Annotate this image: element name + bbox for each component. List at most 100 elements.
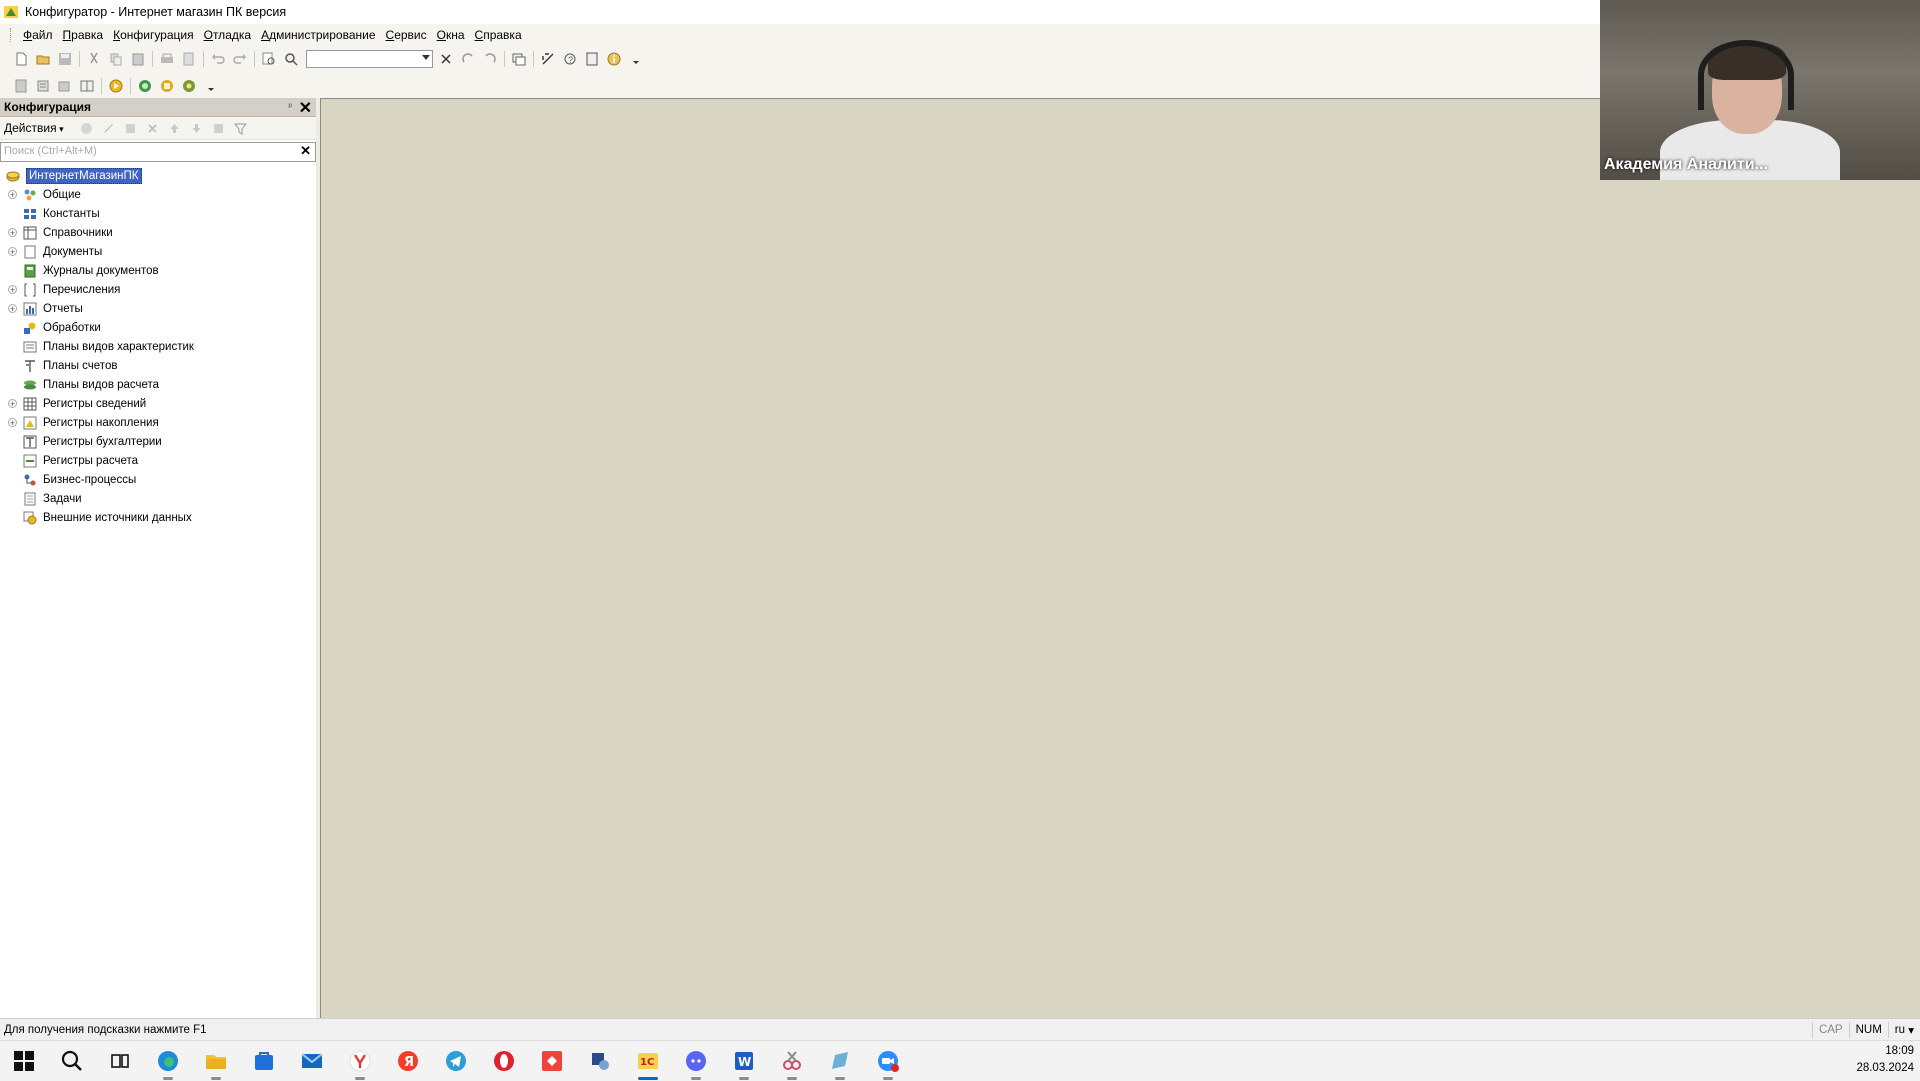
- redo-icon[interactable]: [231, 50, 249, 68]
- help-contents-icon[interactable]: ?: [561, 50, 579, 68]
- yandex-icon[interactable]: Я: [384, 1041, 432, 1081]
- close-icon[interactable]: ✕: [299, 98, 312, 118]
- yandex-browser-icon[interactable]: [336, 1041, 384, 1081]
- app-generic-icon[interactable]: [576, 1041, 624, 1081]
- tree-item-accumulation-registers[interactable]: + Регистры накопления: [0, 413, 316, 432]
- cut-icon[interactable]: [85, 50, 103, 68]
- word-icon[interactable]: W: [720, 1041, 768, 1081]
- update-db-config-icon[interactable]: [56, 77, 74, 95]
- pin-icon[interactable]: ᵖ: [288, 101, 292, 111]
- find-previous-icon[interactable]: [481, 50, 499, 68]
- help-index-icon[interactable]: [583, 50, 601, 68]
- task-view-icon[interactable]: [96, 1041, 144, 1081]
- zoom-icon[interactable]: [864, 1041, 912, 1081]
- menu-help[interactable]: Справка: [470, 28, 527, 42]
- search-icon[interactable]: [48, 1041, 96, 1081]
- search-icon[interactable]: [282, 50, 300, 68]
- menu-edit[interactable]: Правка: [58, 28, 109, 42]
- run-web-client-icon[interactable]: [180, 77, 198, 95]
- snipping-tool-icon[interactable]: [768, 1041, 816, 1081]
- save-icon[interactable]: [56, 50, 74, 68]
- print-preview-icon[interactable]: [180, 50, 198, 68]
- windows-list-icon[interactable]: [510, 50, 528, 68]
- open-folder-icon[interactable]: [34, 50, 52, 68]
- tree-item-external-sources[interactable]: Внешние источники данных: [0, 508, 316, 527]
- new-file-icon[interactable]: [12, 50, 30, 68]
- menu-file[interactable]: Файл: [18, 28, 58, 42]
- tree-search-field[interactable]: ✕: [0, 142, 316, 162]
- clear-search-icon[interactable]: ✕: [300, 143, 311, 159]
- actions-menu-button[interactable]: Действия: [4, 121, 64, 135]
- menu-administration[interactable]: Администрирование: [256, 28, 380, 42]
- 1c-enterprise-icon[interactable]: 1С: [624, 1041, 672, 1081]
- language-indicator[interactable]: ru ▾: [1887, 1022, 1920, 1038]
- menu-windows[interactable]: Окна: [432, 28, 470, 42]
- tree-item-reports[interactable]: + Отчеты: [0, 299, 316, 318]
- tree-item-documents[interactable]: + Документы: [0, 242, 316, 261]
- print-icon[interactable]: [158, 50, 176, 68]
- tree-item-catalogs[interactable]: + Справочники: [0, 223, 316, 242]
- tree-item-business-processes[interactable]: Бизнес-процессы: [0, 470, 316, 489]
- tree-item-chart-of-calculation[interactable]: Планы видов расчета: [0, 375, 316, 394]
- undo-icon[interactable]: [209, 50, 227, 68]
- expand-icon[interactable]: +: [8, 399, 17, 409]
- clear-search-icon[interactable]: [437, 50, 455, 68]
- edit-icon[interactable]: [100, 119, 118, 137]
- toolbar-search-combobox[interactable]: [306, 50, 433, 68]
- start-debugging-icon[interactable]: [107, 77, 125, 95]
- filter-icon[interactable]: [232, 119, 250, 137]
- add-icon[interactable]: [78, 119, 96, 137]
- expand-icon[interactable]: +: [8, 304, 17, 314]
- tree-item-chart-of-accounts[interactable]: Планы счетов: [0, 356, 316, 375]
- info-icon[interactable]: [605, 50, 623, 68]
- syntax-helper-icon[interactable]: [539, 50, 557, 68]
- opera-icon[interactable]: [480, 1041, 528, 1081]
- tree-item-enums[interactable]: + Перечисления: [0, 280, 316, 299]
- tree-item-journals[interactable]: Журналы документов: [0, 261, 316, 280]
- edge-browser-icon[interactable]: [144, 1041, 192, 1081]
- copy-item-icon[interactable]: [122, 119, 140, 137]
- expand-icon[interactable]: +: [8, 228, 17, 238]
- tree-item-processing[interactable]: Обработки: [0, 318, 316, 337]
- delete-icon[interactable]: [144, 119, 162, 137]
- run-thin-client-icon[interactable]: [158, 77, 176, 95]
- run-enterprise-icon[interactable]: [136, 77, 154, 95]
- chevron-down-icon[interactable]: [422, 55, 430, 60]
- video-call-thumbnail[interactable]: Академия Аналити...: [1600, 0, 1920, 180]
- compare-configurations-icon[interactable]: [78, 77, 96, 95]
- tree-item-common[interactable]: + Общие: [0, 185, 316, 204]
- toolbar-overflow-icon[interactable]: [202, 77, 220, 95]
- paste-icon[interactable]: [129, 50, 147, 68]
- move-up-icon[interactable]: [166, 119, 184, 137]
- toolbar-overflow-icon[interactable]: [627, 50, 645, 68]
- expand-icon[interactable]: +: [8, 418, 17, 428]
- database-config-icon[interactable]: [34, 77, 52, 95]
- file-explorer-icon[interactable]: [192, 1041, 240, 1081]
- tree-item-tasks[interactable]: Задачи: [0, 489, 316, 508]
- telegram-icon[interactable]: [432, 1041, 480, 1081]
- find-in-page-icon[interactable]: [260, 50, 278, 68]
- windows-start-icon[interactable]: [0, 1041, 48, 1081]
- tree-item-calculation-registers[interactable]: Регистры расчета: [0, 451, 316, 470]
- menu-service[interactable]: Сервис: [381, 28, 432, 42]
- menu-debug[interactable]: Отладка: [199, 28, 256, 42]
- tree-item-constants[interactable]: Константы: [0, 204, 316, 223]
- tree-item-accounting-registers[interactable]: Регистры бухгалтерии: [0, 432, 316, 451]
- notepad-icon[interactable]: [816, 1041, 864, 1081]
- tree-root[interactable]: ИнтернетМагазинПК: [0, 166, 316, 185]
- sort-icon[interactable]: [210, 119, 228, 137]
- tree-item-chart-of-characteristics[interactable]: Планы видов характеристик: [0, 337, 316, 356]
- anydesk-icon[interactable]: [528, 1041, 576, 1081]
- move-down-icon[interactable]: [188, 119, 206, 137]
- open-configuration-icon[interactable]: [12, 77, 30, 95]
- store-icon[interactable]: [240, 1041, 288, 1081]
- expand-icon[interactable]: +: [8, 285, 17, 295]
- system-clock[interactable]: 18:09 28.03.2024: [1856, 1043, 1914, 1077]
- tree-item-info-registers[interactable]: + Регистры сведений: [0, 394, 316, 413]
- mail-icon[interactable]: [288, 1041, 336, 1081]
- menu-configuration[interactable]: Конфигурация: [108, 28, 199, 42]
- find-next-icon[interactable]: [459, 50, 477, 68]
- expand-icon[interactable]: +: [8, 247, 17, 257]
- expand-icon[interactable]: +: [8, 190, 17, 200]
- tree-search-input[interactable]: [1, 143, 297, 159]
